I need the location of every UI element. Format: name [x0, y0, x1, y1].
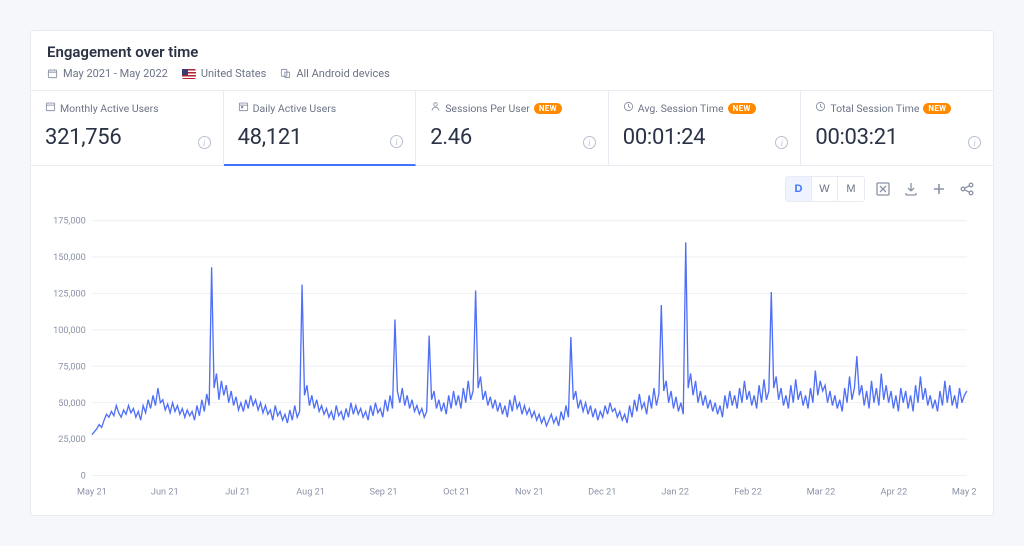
svg-text:Mar 22: Mar 22 — [807, 486, 836, 497]
metric-label: Avg. Session Time NEW — [623, 101, 787, 115]
metric-value: 00:01:24 — [623, 125, 787, 150]
metric-label-text: Sessions Per User — [445, 102, 530, 115]
filter-country[interactable]: United States — [182, 67, 266, 80]
add-button[interactable] — [929, 179, 949, 199]
metric-value: 2.46 — [430, 125, 594, 150]
svg-text:25,000: 25,000 — [58, 434, 86, 445]
metric-tab-ast[interactable]: Avg. Session Time NEW 00:01:24i — [609, 91, 802, 165]
info-icon[interactable]: i — [583, 136, 596, 149]
svg-text:Jan 22: Jan 22 — [661, 486, 689, 497]
new-badge: NEW — [728, 103, 756, 114]
metric-label: Monthly Active Users — [45, 101, 209, 115]
metrics-row: Monthly Active Users321,756iDaily Active… — [31, 90, 993, 166]
filter-bar: May 2021 - May 2022 United States All An… — [47, 67, 977, 80]
metric-label: Sessions Per User NEW — [430, 101, 594, 115]
info-icon[interactable]: i — [775, 136, 788, 149]
metric-label-text: Daily Active Users — [253, 102, 337, 115]
granularity-w[interactable]: W — [812, 177, 838, 201]
metric-tab-mau[interactable]: Monthly Active Users 321,756i — [31, 91, 224, 165]
metric-tab-spu[interactable]: Sessions Per User NEW 2.46i — [416, 91, 609, 165]
chart-toolbar: DWM — [41, 176, 977, 202]
chart-canvas[interactable]: 0 25,000 50,000 75,000 100,000 125,000 150,000… — [41, 210, 977, 505]
filter-date-label: May 2021 - May 2022 — [63, 67, 168, 80]
svg-text:175,000: 175,000 — [53, 216, 86, 227]
svg-text:Jul 21: Jul 21 — [225, 486, 250, 497]
filter-devices-label: All Android devices — [296, 67, 389, 80]
calendar-icon — [47, 68, 58, 79]
metric-value: 00:03:21 — [815, 125, 979, 150]
granularity-m[interactable]: M — [838, 177, 864, 201]
svg-text:Jun 21: Jun 21 — [151, 486, 179, 497]
info-icon[interactable]: i — [390, 135, 403, 148]
metric-label: Total Session Time NEW — [815, 101, 979, 115]
metric-tab-dau[interactable]: Daily Active Users 48,121i — [224, 91, 417, 166]
svg-text:125,000: 125,000 — [53, 288, 86, 299]
metric-label-text: Total Session Time — [830, 102, 919, 115]
us-flag-icon — [182, 69, 196, 79]
devices-icon — [280, 68, 291, 79]
clock-icon — [815, 101, 826, 115]
card-title: Engagement over time — [47, 43, 977, 61]
metric-label-text: Monthly Active Users — [60, 102, 159, 115]
card-header: Engagement over time May 2021 - May 2022… — [31, 31, 993, 90]
svg-text:0: 0 — [81, 471, 86, 482]
svg-text:Apr 22: Apr 22 — [881, 486, 908, 497]
granularity-d[interactable]: D — [786, 177, 812, 201]
info-icon[interactable]: i — [198, 136, 211, 149]
user-icon — [430, 101, 441, 115]
svg-text:Sep 21: Sep 21 — [370, 486, 398, 497]
filter-country-label: United States — [201, 67, 266, 80]
svg-text:50,000: 50,000 — [58, 398, 86, 409]
svg-text:May 21: May 21 — [77, 486, 107, 497]
export-excel-button[interactable] — [873, 179, 893, 199]
metric-value: 321,756 — [45, 125, 209, 150]
calendar-icon — [45, 101, 56, 115]
granularity-toggle: DWM — [785, 176, 865, 202]
calendar-day-icon — [238, 101, 249, 115]
metric-label: Daily Active Users — [238, 101, 402, 115]
filter-devices[interactable]: All Android devices — [280, 67, 389, 80]
svg-text:150,000: 150,000 — [53, 252, 86, 263]
svg-text:Nov 21: Nov 21 — [515, 486, 544, 497]
new-badge: NEW — [534, 103, 562, 114]
metric-value: 48,121 — [238, 125, 402, 150]
engagement-card: Engagement over time May 2021 - May 2022… — [30, 30, 994, 516]
chart-area: DWM 0 25,000 50,000 75,000 100,000 125,000 150… — [31, 166, 993, 515]
new-badge: NEW — [923, 103, 951, 114]
download-button[interactable] — [901, 179, 921, 199]
metric-tab-tst[interactable]: Total Session Time NEW 00:03:21i — [801, 91, 993, 165]
svg-text:75,000: 75,000 — [58, 361, 86, 372]
svg-text:May 22: May 22 — [952, 486, 977, 497]
svg-text:Aug 21: Aug 21 — [296, 486, 325, 497]
info-icon[interactable]: i — [968, 136, 981, 149]
clock-icon — [623, 101, 634, 115]
svg-text:Feb 22: Feb 22 — [734, 486, 762, 497]
filter-date-range[interactable]: May 2021 - May 2022 — [47, 67, 168, 80]
svg-text:Oct 21: Oct 21 — [443, 486, 470, 497]
svg-text:100,000: 100,000 — [53, 325, 86, 336]
metric-label-text: Avg. Session Time — [638, 102, 724, 115]
svg-text:Dec 21: Dec 21 — [588, 486, 616, 497]
share-button[interactable] — [957, 179, 977, 199]
